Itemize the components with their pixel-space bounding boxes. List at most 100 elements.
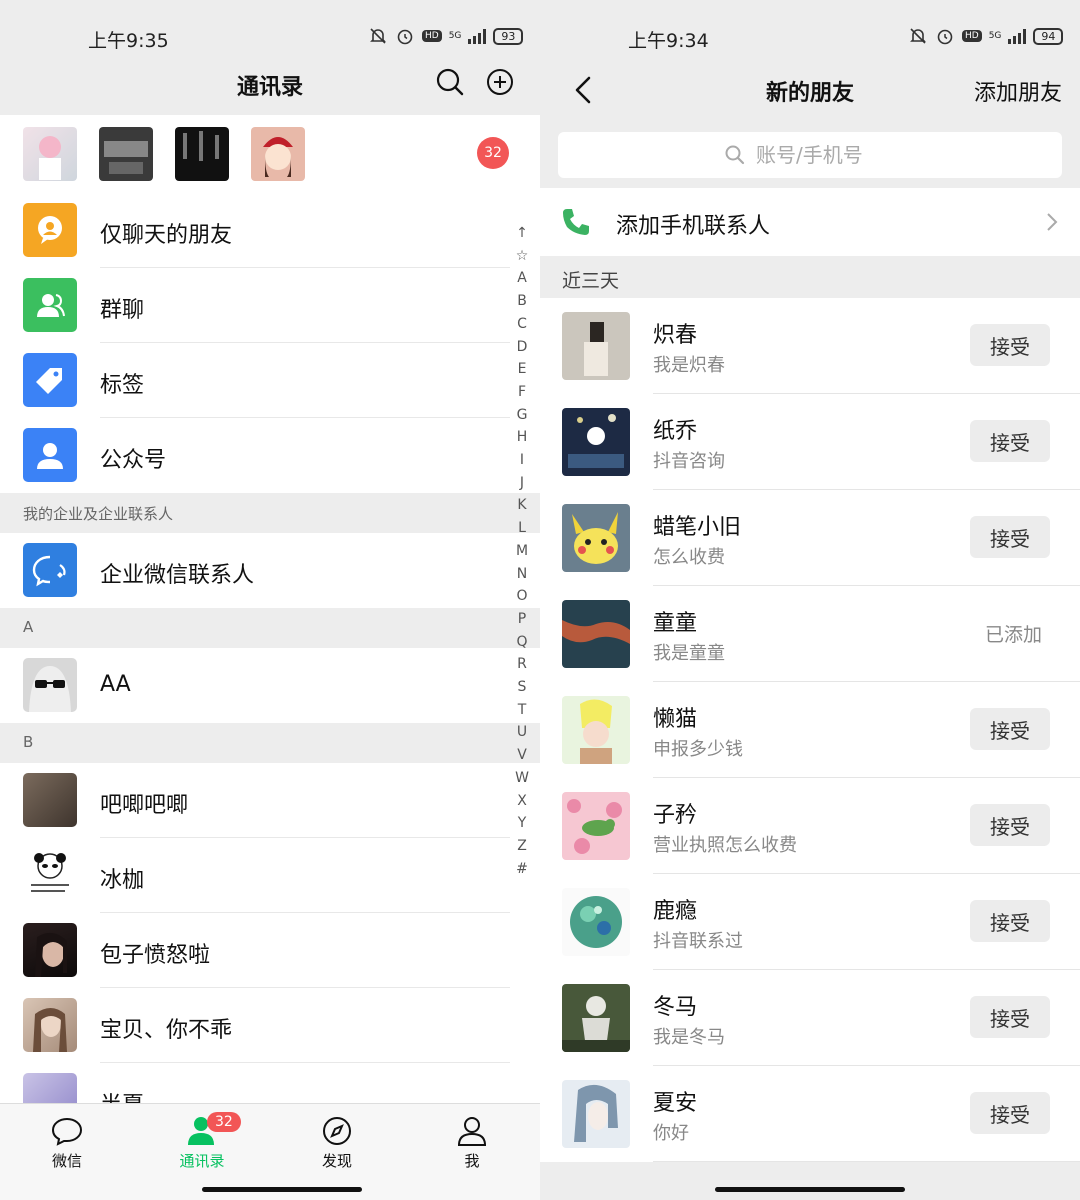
avatar bbox=[562, 792, 630, 860]
accept-button[interactable]: 接受 bbox=[970, 708, 1050, 750]
index-letter[interactable]: F bbox=[512, 381, 532, 404]
index-letter[interactable]: T bbox=[512, 699, 532, 722]
index-letter[interactable]: M bbox=[512, 540, 532, 563]
avatar bbox=[562, 1080, 630, 1148]
friend-request-row[interactable]: 鹿瘾 抖音联系过 接受 bbox=[540, 874, 1080, 970]
contact-row[interactable]: 冰枷 bbox=[0, 838, 540, 913]
request-name: 夏安 bbox=[653, 1091, 698, 1116]
hd-icon: HD bbox=[422, 30, 442, 42]
request-message: 营业执照怎么收费 bbox=[653, 835, 797, 856]
index-letter[interactable]: A bbox=[512, 267, 532, 290]
index-letter[interactable]: ↑ bbox=[512, 222, 532, 245]
index-letter[interactable]: # bbox=[512, 858, 532, 881]
home-indicator[interactable] bbox=[202, 1187, 362, 1192]
add-phone-contacts-row[interactable]: 添加手机联系人 bbox=[540, 188, 1080, 256]
index-letter[interactable]: N bbox=[512, 563, 532, 586]
tab-chats[interactable]: 微信 bbox=[22, 1114, 112, 1171]
index-letter[interactable]: V bbox=[512, 744, 532, 767]
search-input[interactable] bbox=[756, 143, 896, 167]
index-letter[interactable]: P bbox=[512, 608, 532, 631]
signal-icon bbox=[468, 28, 487, 44]
request-name: 懒猫 bbox=[653, 707, 698, 732]
index-letter[interactable]: W bbox=[512, 767, 532, 790]
search-icon[interactable] bbox=[433, 65, 467, 99]
index-letter[interactable]: D bbox=[512, 336, 532, 359]
friend-request-row[interactable]: 子矜营业执照怎么收费 接受 bbox=[540, 778, 1080, 874]
new-friend-avatar bbox=[175, 127, 229, 181]
friend-request-row[interactable]: 冬马 我是冬马 接受 bbox=[540, 970, 1080, 1066]
accept-button[interactable]: 接受 bbox=[970, 420, 1050, 462]
new-friends-row[interactable]: 32 bbox=[0, 115, 540, 193]
chat-bubble-icon bbox=[23, 203, 77, 257]
add-icon[interactable] bbox=[483, 65, 517, 99]
network-label: 5G bbox=[988, 30, 1002, 41]
index-letter[interactable]: G bbox=[512, 404, 532, 427]
chevron-right-icon bbox=[1047, 213, 1058, 231]
index-letter[interactable]: Y bbox=[512, 812, 532, 835]
avatar bbox=[562, 504, 630, 572]
person-icon bbox=[457, 1117, 487, 1146]
index-letter[interactable]: C bbox=[512, 313, 532, 336]
index-letter[interactable]: J bbox=[512, 472, 532, 495]
add-phone-label: 添加手机联系人 bbox=[616, 214, 771, 239]
index-letter[interactable]: B bbox=[512, 290, 532, 313]
accept-button[interactable]: 接受 bbox=[970, 900, 1050, 942]
friend-request-row[interactable]: 纸乔 抖音咨询 接受 bbox=[540, 394, 1080, 490]
battery-icon: 93 bbox=[493, 27, 524, 45]
status-icons: HD 5G 94 bbox=[908, 26, 1064, 46]
contact-row[interactable]: AA bbox=[0, 648, 540, 723]
index-letter[interactable]: Z bbox=[512, 835, 532, 858]
index-letter[interactable]: X bbox=[512, 790, 532, 813]
tab-discover[interactable]: 发现 bbox=[292, 1114, 382, 1171]
friend-request-row[interactable]: 童童 我是童童 已添加 bbox=[540, 586, 1080, 682]
request-message: 怎么收费 bbox=[653, 547, 725, 568]
index-letter[interactable]: I bbox=[512, 449, 532, 472]
index-letter[interactable]: E bbox=[512, 358, 532, 381]
menu-row-tags[interactable]: 标签 bbox=[0, 343, 540, 418]
index-letter[interactable]: Q bbox=[512, 631, 532, 654]
index-letter[interactable]: H bbox=[512, 426, 532, 449]
index-letter[interactable]: O bbox=[512, 585, 532, 608]
index-letter[interactable]: R bbox=[512, 653, 532, 676]
request-name: 鹿瘾 bbox=[653, 899, 698, 924]
contact-name: 包子愤怒啦 bbox=[100, 943, 211, 968]
tab-me[interactable]: 我 bbox=[427, 1114, 517, 1171]
request-name: 子矜 bbox=[653, 803, 698, 828]
menu-row-official-accounts[interactable]: 公众号 bbox=[0, 418, 540, 493]
status-icons: HD 5G 93 bbox=[368, 26, 524, 46]
index-letter[interactable]: U bbox=[512, 721, 532, 744]
accept-button[interactable]: 接受 bbox=[970, 1092, 1050, 1134]
accept-button[interactable]: 接受 bbox=[970, 324, 1050, 366]
friend-request-row[interactable]: 懒猫 申报多少钱 接受 bbox=[540, 682, 1080, 778]
section-header-b: B bbox=[0, 723, 540, 763]
friend-request-row[interactable]: 蜡笔小旧 怎么收费 接受 bbox=[540, 490, 1080, 586]
status-time: 上午9:35 bbox=[88, 30, 169, 52]
contact-row[interactable]: 宝贝、你不乖 bbox=[0, 988, 540, 1063]
index-letter[interactable]: S bbox=[512, 676, 532, 699]
alphabet-index[interactable]: ↑ ☆ A B C D E F G H I J K L M N O P Q R S T U V W X Y Z # bbox=[512, 222, 532, 880]
request-name: 纸乔 bbox=[653, 419, 698, 444]
index-letter[interactable]: K bbox=[512, 494, 532, 517]
accept-button[interactable]: 接受 bbox=[970, 996, 1050, 1038]
menu-row-chat-only[interactable]: 仅聊天的朋友 bbox=[0, 193, 540, 268]
friend-request-row[interactable]: 炽春 我是炽春 接受 bbox=[540, 298, 1080, 394]
avatar bbox=[23, 923, 77, 977]
accept-button[interactable]: 接受 bbox=[970, 804, 1050, 846]
section-header-a: A bbox=[0, 608, 540, 648]
avatar bbox=[23, 658, 77, 712]
row-divider bbox=[653, 1161, 1080, 1162]
enterprise-contacts-row[interactable]: 企业微信联系人 bbox=[0, 533, 540, 608]
search-bar[interactable] bbox=[558, 132, 1062, 178]
accept-button[interactable]: 接受 bbox=[970, 516, 1050, 558]
home-indicator[interactable] bbox=[715, 1187, 905, 1192]
contact-name: 吧唧吧唧 bbox=[100, 793, 189, 818]
friend-request-row[interactable]: 夏安 你好 接受 bbox=[540, 1066, 1080, 1162]
contact-row[interactable]: 包子愤怒啦 bbox=[0, 913, 540, 988]
request-name: 冬马 bbox=[653, 995, 698, 1020]
add-friends-button[interactable]: 添加朋友 bbox=[974, 75, 1062, 107]
index-letter[interactable]: ☆ bbox=[512, 245, 532, 268]
contact-row[interactable]: 吧唧吧唧 bbox=[0, 763, 540, 838]
tab-contacts[interactable]: 32 通讯录 bbox=[157, 1112, 247, 1171]
menu-row-groups[interactable]: 群聊 bbox=[0, 268, 540, 343]
index-letter[interactable]: L bbox=[512, 517, 532, 540]
